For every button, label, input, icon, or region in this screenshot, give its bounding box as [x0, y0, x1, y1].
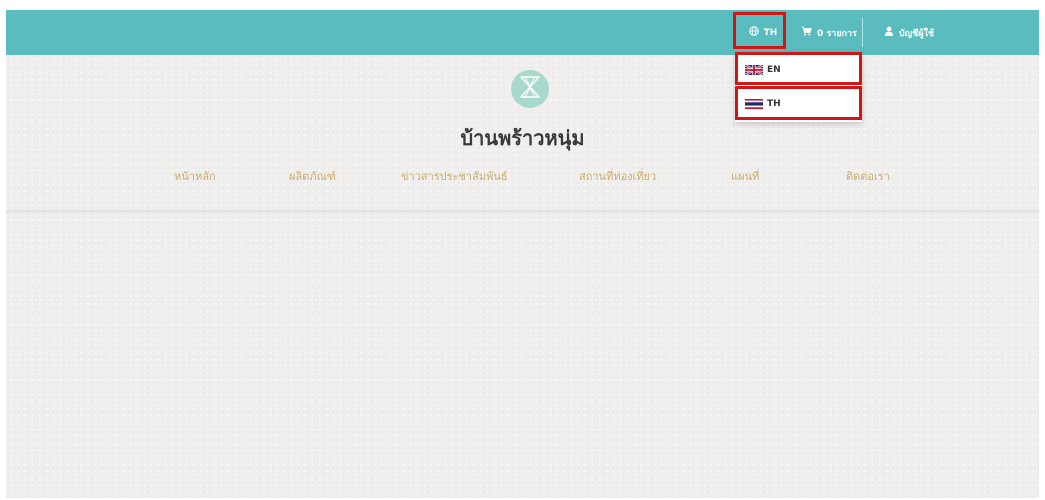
globe-icon [748, 26, 759, 39]
site-logo[interactable] [511, 70, 549, 108]
language-label: TH [763, 27, 778, 38]
top-bar: TH 0 รายการ บัญชีผู้ใช้ [6, 10, 1039, 55]
cart-label: 0 รายการ [817, 28, 857, 39]
nav-item-news[interactable]: ข่าวสารประชาสัมพันธ์ [401, 167, 508, 185]
nav-item-attractions[interactable]: สถานที่ท่องเที่ยว [579, 167, 656, 185]
hourglass-logo-icon [517, 74, 543, 104]
account-label: บัญชีผู้ใช้ [898, 28, 935, 39]
user-icon [884, 26, 894, 39]
main-nav: หน้าหลัก ผลิตภัณฑ์ ข่าวสารประชาสัมพันธ์ … [6, 167, 1039, 191]
header-divider [6, 210, 1039, 212]
language-option-en[interactable]: EN [735, 54, 862, 85]
language-option-en-label: EN [767, 64, 781, 75]
uk-flag-icon [744, 63, 764, 76]
page: TH 0 รายการ บัญชีผู้ใช้ EN TH บ้านพร้าวห… [6, 10, 1039, 498]
language-dropdown: EN TH [735, 52, 862, 122]
thai-flag-icon [745, 98, 763, 109]
topbar-divider [862, 18, 863, 47]
account-button[interactable]: บัญชีผู้ใช้ [870, 10, 948, 55]
site-title: บ้านพร้าวหนุ่ม [460, 126, 585, 150]
nav-item-products[interactable]: ผลิตภัณฑ์ [289, 167, 336, 185]
language-button[interactable]: TH [740, 10, 786, 55]
language-option-th-label: TH [767, 98, 781, 109]
language-option-th[interactable]: TH [735, 88, 862, 119]
cart-icon [801, 26, 812, 39]
nav-item-contact[interactable]: ติดต่อเรา [846, 167, 890, 185]
nav-item-map[interactable]: แผนที่ [731, 167, 759, 185]
nav-item-home[interactable]: หน้าหลัก [174, 167, 216, 185]
cart-button[interactable]: 0 รายการ [796, 10, 862, 55]
